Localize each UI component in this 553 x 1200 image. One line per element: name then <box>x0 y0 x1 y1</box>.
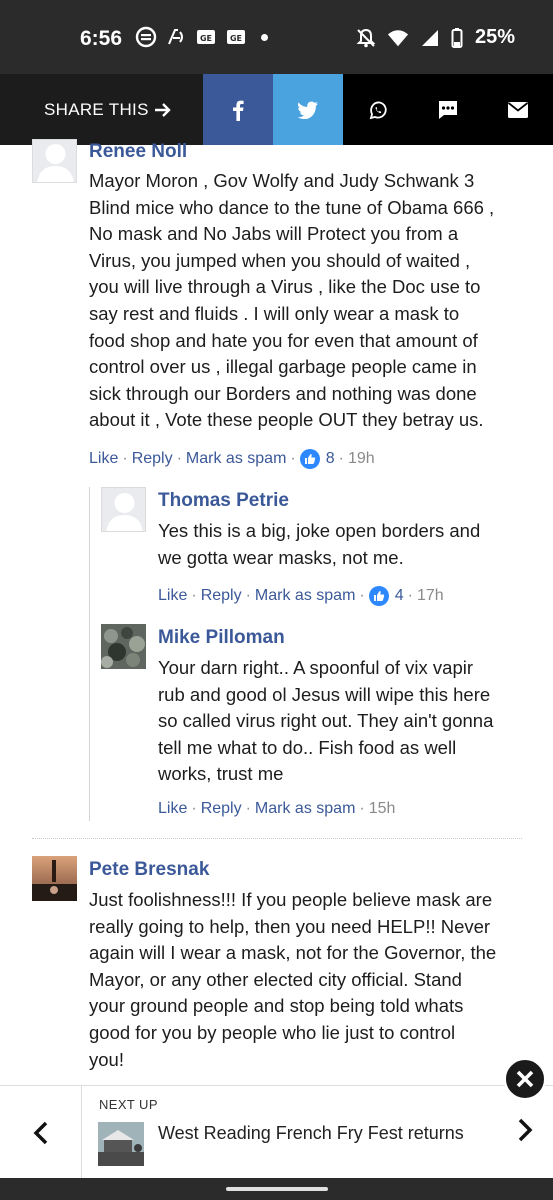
comment-author[interactable]: Thomas Petrie <box>158 490 289 512</box>
comment-line: really going to help, then you need HELP… <box>89 915 491 937</box>
comment-line: Just foolishness!!! If you people believ… <box>89 889 493 910</box>
comment-line: so called virus right out. They ain't go… <box>158 710 494 732</box>
chevron-right-icon <box>518 1118 533 1142</box>
comment-divider <box>32 838 522 839</box>
system-icons: 25% <box>355 26 515 49</box>
comment-line: Mayor Moron , Gov Wolfy and Judy Schwank… <box>89 170 475 191</box>
facebook-icon <box>233 100 244 121</box>
comment-time: 19h <box>347 450 375 467</box>
thumbs-up-icon <box>368 586 389 606</box>
comment-line: sick through our Borders and nothing was… <box>89 382 477 404</box>
mark-spam-link[interactable]: Mark as spam <box>186 450 286 468</box>
close-icon <box>516 1070 534 1088</box>
comment-author[interactable]: Mike Pilloman <box>158 627 285 649</box>
previous-article-button[interactable] <box>0 1086 82 1179</box>
mute-icon <box>355 27 377 49</box>
svg-text:GE: GE <box>200 34 212 43</box>
reply-thread-line <box>89 487 90 821</box>
like-link[interactable]: Like <box>158 587 187 605</box>
news-icon: GE <box>225 26 247 48</box>
comment-actions: Like · Reply · Mark as spam · 4 · 17h <box>158 586 444 606</box>
chevron-left-icon <box>33 1121 47 1144</box>
avatar-placeholder[interactable] <box>32 139 77 183</box>
notification-icons: GE GE <box>135 26 268 48</box>
next-article-button[interactable] <box>517 1118 533 1147</box>
status-time: 6:56 <box>80 27 123 50</box>
email-icon <box>507 101 529 118</box>
comment-line: again will I wear a mask, not for the Go… <box>89 942 497 964</box>
twitter-icon <box>297 101 318 119</box>
comment-time: 15h <box>368 800 396 817</box>
arrow-right-icon <box>154 102 171 117</box>
battery-icon <box>451 27 463 49</box>
next-up-title[interactable]: West Reading French Fry Fest returns <box>158 1123 464 1144</box>
comment-author[interactable]: Renee Noll <box>89 141 187 163</box>
mark-spam-link[interactable]: Mark as spam <box>255 587 355 605</box>
share-email-button[interactable] <box>483 74 553 145</box>
comment-line: control over us , illegal garbage people… <box>89 356 477 378</box>
share-this-text: SHARE THIS <box>44 99 149 119</box>
navigation-bar <box>0 1178 553 1200</box>
reply-link[interactable]: Reply <box>201 587 242 605</box>
status-bar: 6:56 GE GE 25% <box>0 0 553 74</box>
comment-line: your ground people and stop being told w… <box>89 995 464 1017</box>
comment-line: Virus, you jumped when you should of wai… <box>89 249 471 271</box>
comment-line: Mayor, or any other elected city officia… <box>89 968 462 990</box>
comment-line: tell me what to do.. Fish food as well <box>158 736 457 758</box>
comment-line: food shop and hate you for even that amo… <box>89 329 478 351</box>
next-up-thumbnail[interactable] <box>98 1122 144 1166</box>
comment-line: you! <box>89 1048 124 1070</box>
next-up-label: NEXT UP <box>99 1097 158 1112</box>
comment-body: Mayor Moron , Gov Wolfy and Judy Schwank… <box>89 168 529 434</box>
voice-icon <box>165 26 187 48</box>
comment-line: Your darn right.. A spoonful of vix vapi… <box>158 657 474 678</box>
comment-line: say rest and fluids . I will only wear a… <box>89 302 460 324</box>
dot-icon <box>261 33 268 41</box>
share-bar: SHARE THIS <box>0 74 553 145</box>
close-button[interactable] <box>504 1058 546 1100</box>
comment-line: rub and good ol Jesus will wipe this her… <box>158 683 491 705</box>
share-sms-button[interactable] <box>413 74 483 145</box>
comment-line: works, trust me <box>158 763 284 785</box>
like-link[interactable]: Like <box>158 800 187 818</box>
comment-body: Yes this is a big, joke open borders and… <box>158 518 528 571</box>
reply-link[interactable]: Reply <box>201 800 242 818</box>
sms-icon <box>439 100 457 119</box>
mark-spam-link[interactable]: Mark as spam <box>255 800 355 818</box>
avatar-placeholder[interactable] <box>101 487 146 532</box>
comment-actions: Like · Reply · Mark as spam · 15h <box>158 800 396 818</box>
battery-percent: 25% <box>474 26 515 48</box>
comment-time: 17h <box>416 587 444 604</box>
thumbs-up-icon <box>299 449 320 469</box>
comment-line: good for you by people who lie just to c… <box>89 1021 456 1043</box>
home-gesture-handle[interactable] <box>226 1187 328 1191</box>
share-this-label: SHARE THIS <box>0 74 203 145</box>
comment-body: Just foolishness!!! If you people believ… <box>89 887 529 1073</box>
signal-icon <box>419 27 441 49</box>
like-link[interactable]: Like <box>89 450 118 468</box>
soup-icon <box>135 26 157 48</box>
share-facebook-button[interactable] <box>203 74 273 145</box>
share-twitter-button[interactable] <box>273 74 343 145</box>
wifi-icon <box>387 27 409 49</box>
whatsapp-icon <box>369 101 387 119</box>
comment-line: about it , Vote these people OUT they be… <box>89 409 484 431</box>
like-count: 4 <box>394 587 404 604</box>
comment-line: Blind mice who dance to the tune of Obam… <box>89 196 495 218</box>
comment-body: Your darn right.. A spoonful of vix vapi… <box>158 655 528 788</box>
comment-author[interactable]: Pete Bresnak <box>89 859 209 881</box>
share-whatsapp-button[interactable] <box>343 74 413 145</box>
next-up-bar: NEXT UP West Reading French Fry Fest ret… <box>0 1085 553 1179</box>
comment-line: we gotta wear masks, not me. <box>158 546 404 568</box>
like-count: 8 <box>325 450 335 467</box>
comment-line: you will live through a Virus , like the… <box>89 276 481 298</box>
comment-actions: Like · Reply · Mark as spam · 8 · 19h <box>89 449 375 469</box>
news-icon: GE <box>195 26 217 48</box>
svg-text:GE: GE <box>230 34 242 43</box>
avatar-photo[interactable] <box>101 624 146 669</box>
avatar-photo[interactable] <box>32 856 77 901</box>
comment-line: Yes this is a big, joke open borders and <box>158 520 481 541</box>
reply-link[interactable]: Reply <box>132 450 173 468</box>
comment-line: No mask and No Jabs will Protect you fro… <box>89 223 459 245</box>
